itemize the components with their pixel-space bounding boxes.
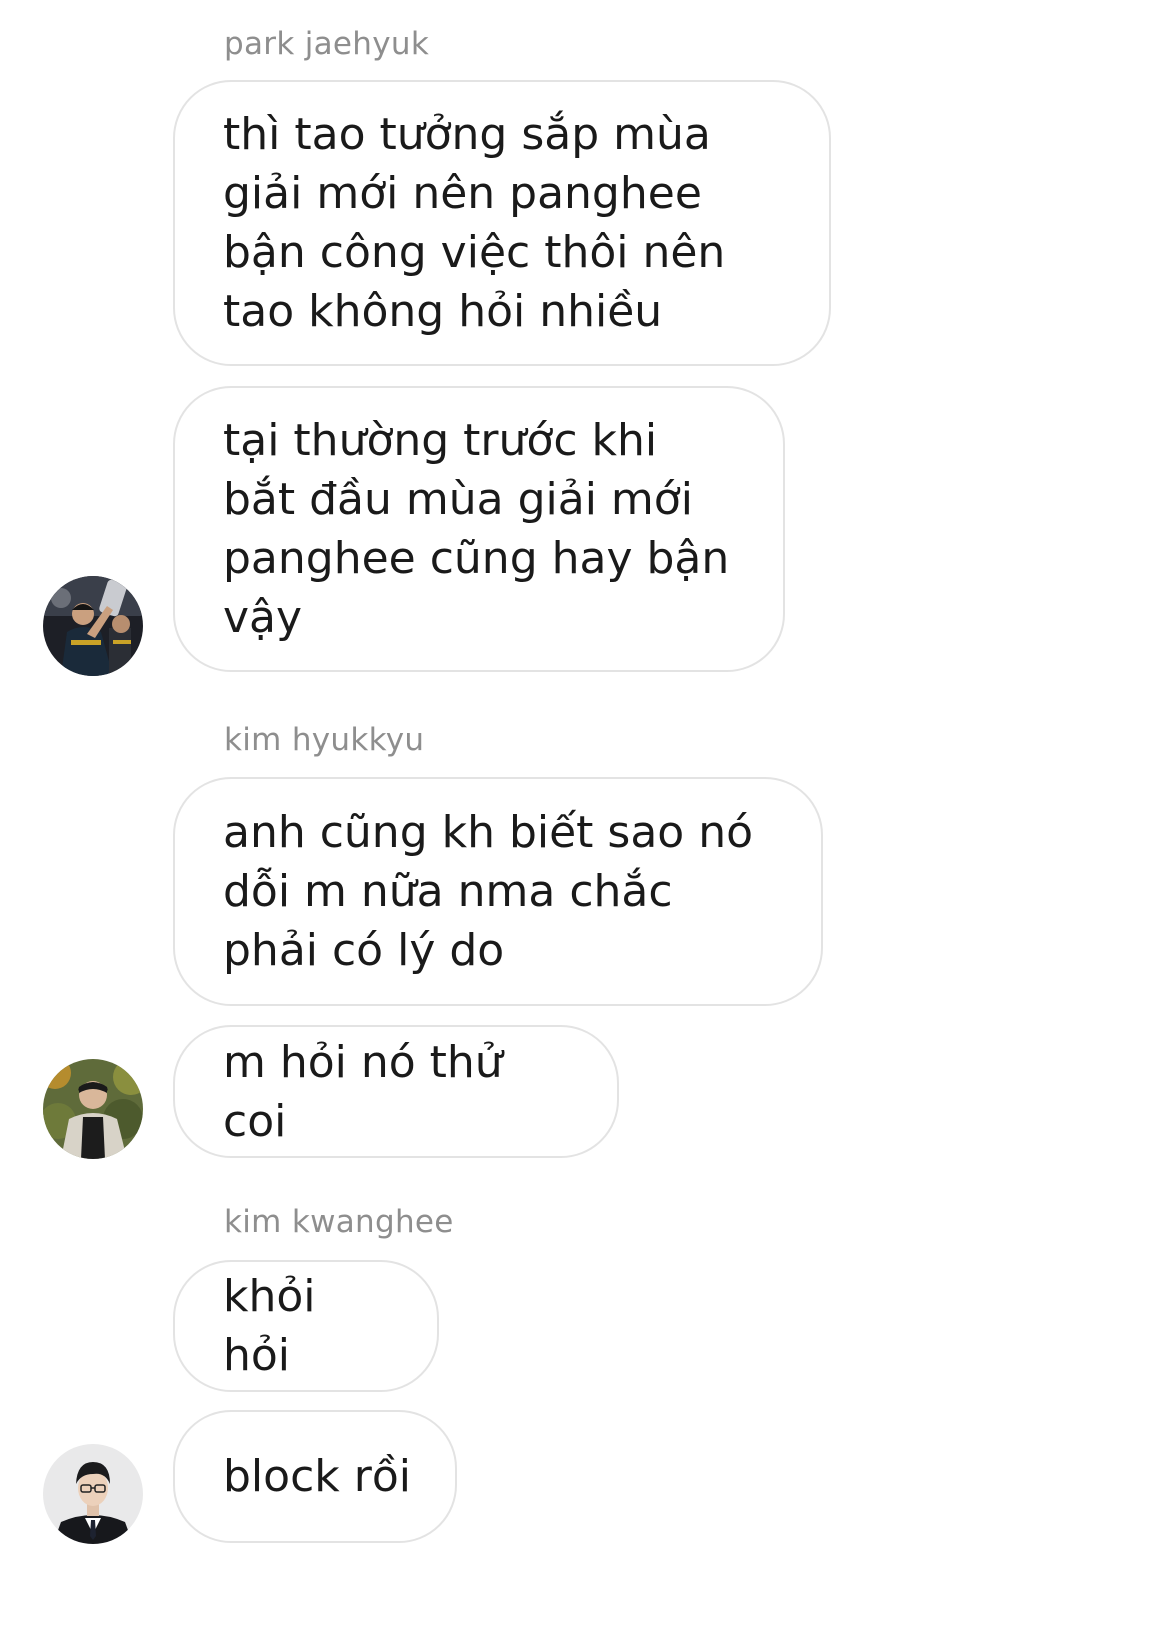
message-bubble[interactable]: block rồi <box>173 1410 457 1543</box>
message-bubble[interactable]: khỏi hỏi <box>173 1260 439 1392</box>
sender-name: park jaehyuk <box>224 26 430 62</box>
avatar[interactable] <box>43 576 143 676</box>
message-bubble[interactable]: m hỏi nó thử coi <box>173 1025 619 1158</box>
trophy-photo-avatar-icon <box>43 576 143 676</box>
avatar[interactable] <box>43 1444 143 1544</box>
message-text: block rồi <box>223 1451 411 1502</box>
message-text: thì tao tưởng sắp mùa giải mới nên pangh… <box>223 109 726 337</box>
message-bubble[interactable]: thì tao tưởng sắp mùa giải mới nên pangh… <box>173 80 831 366</box>
message-text: tại thường trước khi bắt đầu mùa giải mớ… <box>223 415 730 643</box>
avatar[interactable] <box>43 1059 143 1159</box>
message-bubble[interactable]: anh cũng kh biết sao nó dỗi m nữa nma ch… <box>173 777 823 1006</box>
message-bubble[interactable]: tại thường trước khi bắt đầu mùa giải mớ… <box>173 386 785 672</box>
message-text: khỏi hỏi <box>223 1271 316 1381</box>
sender-name: kim hyukkyu <box>224 722 425 758</box>
message-text: m hỏi nó thử coi <box>223 1036 503 1147</box>
outdoor-photo-avatar-icon <box>43 1059 143 1159</box>
sender-name: kim kwanghee <box>224 1204 454 1240</box>
message-text: anh cũng kh biết sao nó dỗi m nữa nma ch… <box>223 807 754 976</box>
suit-portrait-avatar-icon <box>43 1444 143 1544</box>
